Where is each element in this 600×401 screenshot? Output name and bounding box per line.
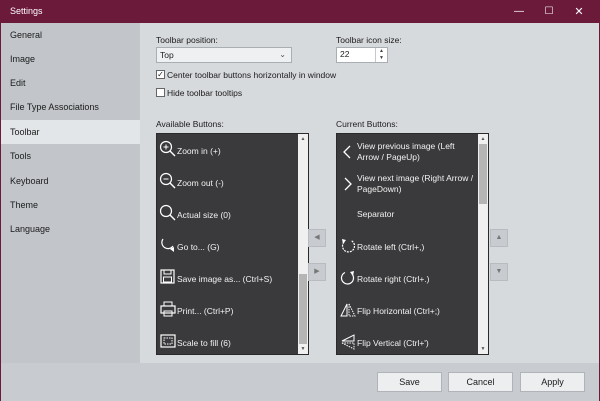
window-title: Settings	[10, 6, 43, 16]
scroll-thumb[interactable]	[299, 274, 307, 344]
scroll-thumb[interactable]	[479, 144, 487, 204]
actual-size-icon	[159, 204, 176, 221]
list-item[interactable]: Zoom in (+)	[157, 138, 297, 160]
list-item-label: Flip Horizontal (Ctrl+;)	[357, 306, 440, 316]
list-item-label: Separator	[357, 209, 395, 219]
scale-to-fill-icon	[160, 334, 176, 348]
list-item[interactable]: View previous image (Left Arrow / PageUp…	[337, 138, 477, 162]
sidebar-item-image[interactable]: Image	[1, 47, 140, 71]
zoom-in-icon	[159, 140, 176, 157]
available-buttons-label: Available Buttons:	[156, 119, 224, 129]
sidebar-item-tools[interactable]: Tools	[1, 144, 140, 168]
hide-tooltips-checkbox[interactable]	[156, 88, 165, 97]
current-buttons-list[interactable]: View previous image (Left Arrow / PageUp…	[336, 133, 489, 355]
list-item-label: View previous image (Left Arrow / PageUp…	[357, 141, 455, 162]
sidebar-item-toolbar[interactable]: Toolbar	[1, 120, 140, 144]
add-button-arrow[interactable]: ◀	[308, 229, 326, 247]
dialog-footer: Save Cancel Apply	[1, 363, 599, 401]
list-item-label: Actual size (0)	[177, 210, 231, 220]
maximize-button[interactable]: ☐	[534, 1, 564, 23]
list-item[interactable]: Go to... (G)	[157, 234, 297, 256]
stepper-buttons: ▲ ▼	[375, 48, 387, 62]
sidebar-item-language[interactable]: Language	[1, 217, 140, 241]
toolbar-icon-size-stepper[interactable]: 22 ▲ ▼	[336, 47, 388, 63]
settings-sidebar: General Image Edit File Type Association…	[1, 23, 140, 363]
current-list-scrollbar[interactable]: ▲ ▼	[478, 134, 488, 354]
hide-tooltips-label[interactable]: Hide toolbar tooltips	[167, 88, 242, 98]
current-buttons-label: Current Buttons:	[336, 119, 398, 129]
sidebar-item-general[interactable]: General	[1, 23, 140, 47]
rotate-right-icon	[340, 271, 355, 285]
list-item[interactable]: Separator	[337, 204, 477, 222]
center-buttons-checkbox[interactable]: ✓	[156, 70, 165, 79]
rotate-left-icon	[341, 239, 356, 253]
stepper-up-icon[interactable]: ▲	[376, 48, 387, 55]
move-down-arrow[interactable]: ▼	[490, 263, 508, 281]
list-item-label: View next image (Right Arrow / PageDown)	[357, 173, 474, 194]
sidebar-item-keyboard[interactable]: Keyboard	[1, 169, 140, 193]
title-bar[interactable]: Settings — ☐ ✕	[1, 1, 599, 23]
scroll-up-icon[interactable]: ▲	[478, 134, 488, 144]
list-item[interactable]: Scale to fill (6)	[157, 330, 297, 352]
sidebar-item-edit[interactable]: Edit	[1, 71, 140, 95]
move-up-arrow[interactable]: ▲	[490, 229, 508, 247]
list-item[interactable]: Flip Horizontal (Ctrl+;)	[337, 298, 477, 320]
list-item-label: Zoom out (-)	[177, 178, 224, 188]
list-item[interactable]: Zoom out (-)	[157, 170, 297, 192]
toolbar-icon-size-value[interactable]: 22	[340, 49, 349, 59]
center-buttons-label[interactable]: Center toolbar buttons horizontally in w…	[167, 70, 336, 80]
available-list-scrollbar[interactable]: ▲ ▼	[298, 134, 308, 354]
toolbar-position-label: Toolbar position:	[156, 35, 218, 45]
list-item[interactable]: Actual size (0)	[157, 202, 297, 224]
flip-horizontal-icon	[340, 303, 356, 317]
go-to-icon	[161, 238, 174, 252]
list-item-label: Rotate right (Ctrl+.)	[357, 274, 430, 284]
chevron-left-icon	[343, 145, 351, 159]
sidebar-item-theme[interactable]: Theme	[1, 193, 140, 217]
list-item-label: Scale to fill (6)	[177, 338, 231, 348]
save-as-icon	[160, 269, 175, 284]
scroll-down-icon[interactable]: ▼	[478, 344, 488, 354]
list-item-label: Zoom in (+)	[177, 146, 221, 156]
zoom-out-icon	[159, 172, 176, 189]
list-item[interactable]: Save image as... (Ctrl+S)	[157, 266, 297, 288]
stepper-down-icon[interactable]: ▼	[376, 55, 387, 62]
sidebar-item-file-type-associations[interactable]: File Type Associations	[1, 95, 140, 119]
toolbar-position-select[interactable]: Top ⌄	[156, 47, 292, 63]
list-item[interactable]: Rotate right (Ctrl+.)	[337, 266, 477, 288]
apply-button[interactable]: Apply	[520, 372, 585, 392]
flip-vertical-icon	[341, 334, 355, 350]
list-item-label: Rotate left (Ctrl+,)	[357, 242, 425, 252]
list-item[interactable]: Rotate left (Ctrl+,)	[337, 234, 477, 256]
remove-button-arrow[interactable]: ▶	[308, 263, 326, 281]
toolbar-icon-size-label: Toolbar icon size:	[336, 35, 402, 45]
list-item-label: Save image as... (Ctrl+S)	[177, 274, 273, 284]
print-icon	[160, 301, 176, 317]
cancel-button[interactable]: Cancel	[448, 372, 513, 392]
scroll-down-icon[interactable]: ▼	[298, 344, 308, 354]
chevron-right-icon	[344, 177, 352, 191]
chevron-down-icon: ⌄	[279, 50, 286, 59]
close-button[interactable]: ✕	[564, 1, 594, 23]
list-item[interactable]: View next image (Right Arrow / PageDown)	[337, 170, 477, 194]
list-item[interactable]: Flip Vertical (Ctrl+')	[337, 330, 477, 352]
list-item[interactable]: Print... (Ctrl+P)	[157, 298, 297, 320]
settings-window: Settings — ☐ ✕ General Image Edit File T…	[0, 0, 600, 401]
save-button[interactable]: Save	[377, 372, 442, 392]
available-buttons-list[interactable]: Zoom in (+) Zoom out (-) Actual size (0)…	[156, 133, 309, 355]
toolbar-position-value: Top	[160, 50, 174, 60]
scroll-up-icon[interactable]: ▲	[298, 134, 308, 144]
list-item-label: Go to... (G)	[177, 242, 220, 252]
minimize-button[interactable]: —	[504, 1, 534, 23]
list-item-label: Print... (Ctrl+P)	[177, 306, 234, 316]
list-item-label: Flip Vertical (Ctrl+')	[357, 338, 429, 348]
toolbar-settings-panel: Toolbar position: Top ⌄ Toolbar icon siz…	[140, 23, 599, 363]
